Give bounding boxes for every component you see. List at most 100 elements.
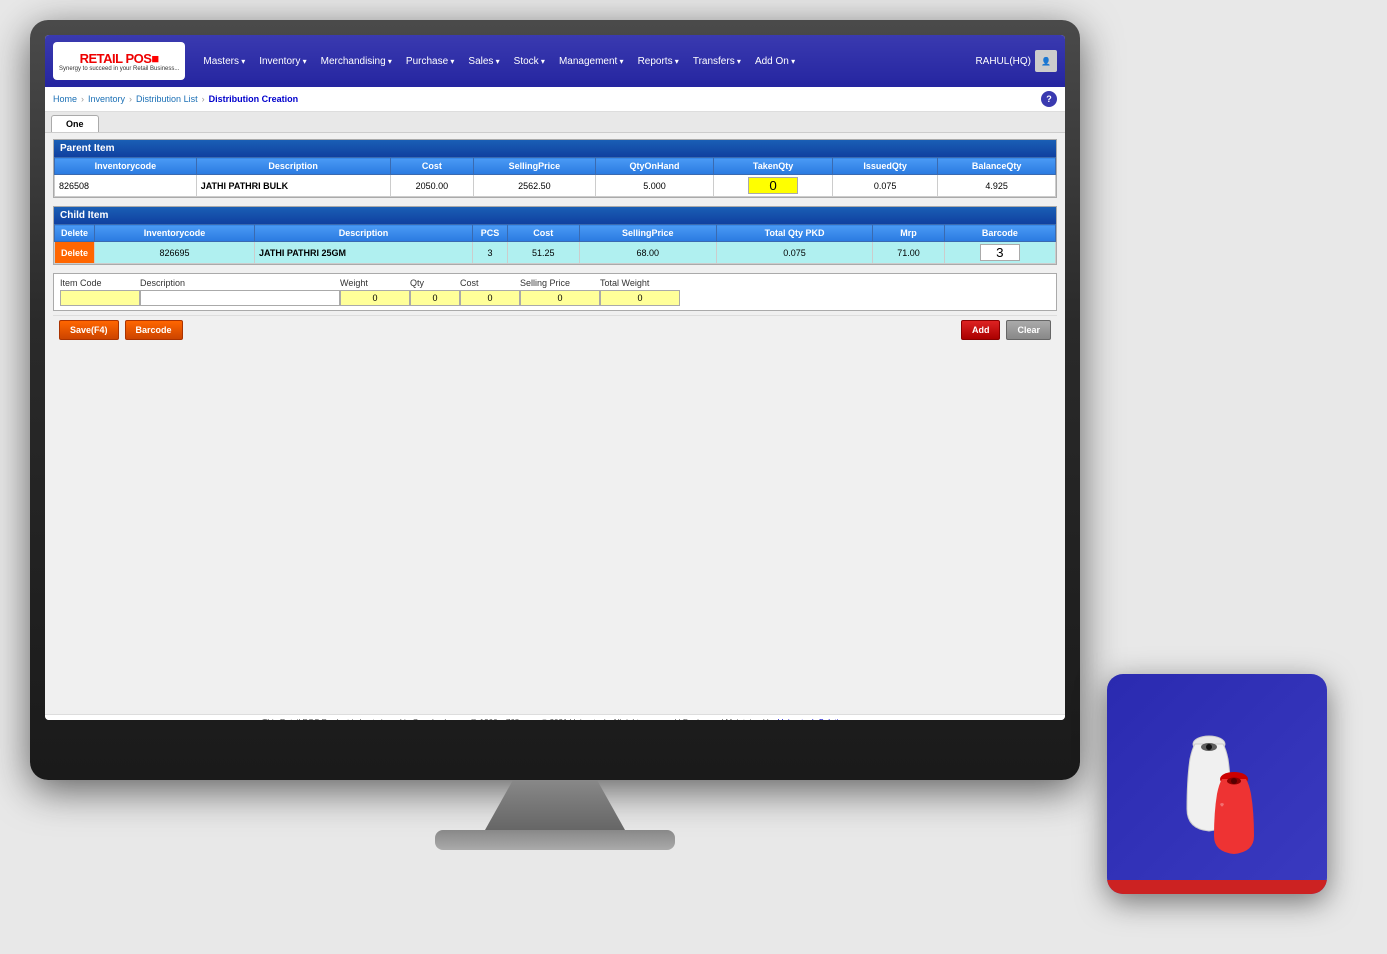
nav-addon[interactable]: Add On	[749, 52, 801, 71]
nav-purchase[interactable]: Purchase	[400, 52, 461, 71]
child-col-cost: Cost	[507, 225, 579, 242]
monitor-base	[435, 830, 675, 850]
monitor-screen: RETAIL POS■ Synergy to succeed in your R…	[45, 35, 1065, 720]
main-content: Parent Item Inventorycode Description Co…	[45, 133, 1065, 714]
parent-selling-price: 2562.50	[474, 175, 596, 197]
child-mrp: 71.00	[873, 242, 945, 264]
nav-transfers[interactable]: Transfers	[687, 52, 747, 71]
child-row: Delete 826695 JATHI PATHRI 25GM 3 51.25 …	[55, 242, 1056, 264]
child-barcode-cell	[944, 242, 1055, 264]
add-button[interactable]: Add	[961, 320, 1001, 340]
child-delete-btn[interactable]: Delete	[55, 242, 95, 264]
parent-qty-on-hand: 5.000	[595, 175, 714, 197]
parent-table: Inventorycode Description Cost SellingPr…	[54, 157, 1056, 197]
parent-description: JATHI PATHRI BULK	[196, 175, 390, 197]
child-col-barcode: Barcode	[944, 225, 1055, 242]
label-qty: Qty	[410, 278, 460, 288]
label-total-weight: Total Weight	[600, 278, 680, 288]
action-bar: Save(F4) Barcode Add Clear	[53, 315, 1057, 344]
logo: RETAIL POS■ Synergy to succeed in your R…	[53, 42, 185, 80]
nav-inventory[interactable]: Inventory	[253, 52, 312, 71]
col-qty-on-hand: QtyOnHand	[595, 158, 714, 175]
monitor-shell: RETAIL POS■ Synergy to succeed in your R…	[30, 20, 1080, 780]
label-description: Description	[140, 278, 340, 288]
child-invcode: 826695	[95, 242, 255, 264]
nav-reports[interactable]: Reports	[632, 52, 685, 71]
parent-taken-qty-cell	[714, 175, 833, 197]
input-cost[interactable]	[460, 290, 520, 306]
nav-masters[interactable]: Masters	[197, 52, 251, 71]
nav-stock[interactable]: Stock	[508, 52, 551, 71]
child-col-sp: SellingPrice	[579, 225, 716, 242]
nav-merchandising[interactable]: Merchandising	[315, 52, 398, 71]
child-total-qty: 0.075	[716, 242, 872, 264]
help-button[interactable]: ?	[1041, 91, 1057, 107]
child-col-delete: Delete	[55, 225, 95, 242]
red-bag	[1214, 772, 1254, 854]
app-ui: RETAIL POS■ Synergy to succeed in your R…	[45, 35, 1065, 720]
child-col-pcs: PCS	[472, 225, 507, 242]
barcode-button[interactable]: Barcode	[125, 320, 183, 340]
form-row: Item Code Description Weight Qty Cost Se…	[53, 273, 1057, 311]
input-qty[interactable]	[410, 290, 460, 306]
col-balance-qty: BalanceQty	[938, 158, 1056, 175]
child-barcode-input[interactable]	[980, 244, 1020, 261]
promo-card	[1107, 674, 1327, 894]
breadcrumb-home[interactable]: Home	[53, 94, 77, 104]
child-table: Delete Inventorycode Description PCS Cos…	[54, 224, 1056, 264]
nav-management[interactable]: Management	[553, 52, 630, 71]
child-pcs: 3	[472, 242, 507, 264]
label-weight: Weight	[340, 278, 410, 288]
save-button[interactable]: Save(F4)	[59, 320, 119, 340]
tab-one[interactable]: One	[51, 115, 99, 132]
child-col-total-qty: Total Qty PKD	[716, 225, 872, 242]
col-issued-qty: IssuedQty	[832, 158, 938, 175]
input-description[interactable]	[140, 290, 340, 306]
input-item-code[interactable]	[60, 290, 140, 306]
nav-menu: Masters Inventory Merchandising Purchase…	[197, 52, 975, 71]
breadcrumb-inventory[interactable]: Inventory	[88, 94, 125, 104]
logo-text: RETAIL POS■	[80, 51, 159, 66]
label-cost: Cost	[460, 278, 520, 288]
form-labels: Item Code Description Weight Qty Cost Se…	[60, 278, 1050, 288]
bags-illustration	[1137, 699, 1297, 869]
footer-text2: © 2021 Uniprotech. All rights reserved |…	[541, 718, 775, 720]
parent-inventorycode: 826508	[55, 175, 197, 197]
child-item-header: Child Item	[54, 207, 1056, 224]
username-label: RAHUL(HQ)	[975, 56, 1031, 67]
clear-button[interactable]: Clear	[1006, 320, 1051, 340]
tabs-row: One	[45, 112, 1065, 133]
app-footer: This Retail POS Product is best viewed i…	[45, 714, 1065, 720]
label-item-code: Item Code	[60, 278, 140, 288]
col-selling-price: SellingPrice	[474, 158, 596, 175]
col-inventorycode: Inventorycode	[55, 158, 197, 175]
child-sp: 68.00	[579, 242, 716, 264]
parent-taken-qty-input[interactable]	[748, 177, 798, 194]
parent-table-wrap: Inventorycode Description Cost SellingPr…	[54, 157, 1056, 197]
child-col-invcode: Inventorycode	[95, 225, 255, 242]
col-description: Description	[196, 158, 390, 175]
col-cost: Cost	[390, 158, 473, 175]
child-cost: 51.25	[507, 242, 579, 264]
nav-sales[interactable]: Sales	[462, 52, 505, 71]
breadcrumb: Home › Inventory › Distribution List › D…	[45, 87, 1065, 112]
breadcrumb-distribution-list[interactable]: Distribution List	[136, 94, 198, 104]
input-total-weight[interactable]	[600, 290, 680, 306]
user-area: RAHUL(HQ) 👤	[975, 50, 1057, 72]
breadcrumb-current: Distribution Creation	[209, 94, 299, 104]
child-col-mrp: Mrp	[873, 225, 945, 242]
footer-link[interactable]: Uniprotech Solution	[778, 718, 848, 720]
child-col-desc: Description	[255, 225, 473, 242]
footer-text1: This Retail POS Product is best viewed i…	[263, 718, 520, 720]
input-selling-price[interactable]	[520, 290, 600, 306]
parent-row: 826508 JATHI PATHRI BULK 2050.00 2562.50…	[55, 175, 1056, 197]
parent-item-section: Parent Item Inventorycode Description Co…	[53, 139, 1057, 198]
logo-sub: Synergy to succeed in your Retail Busine…	[59, 66, 179, 72]
input-weight[interactable]	[340, 290, 410, 306]
parent-balance-qty: 4.925	[938, 175, 1056, 197]
label-selling-price: Selling Price	[520, 278, 600, 288]
form-inputs	[60, 290, 1050, 306]
child-item-section: Child Item Delete Inventorycode Descript…	[53, 206, 1057, 265]
monitor-stand	[485, 780, 625, 830]
navbar: RETAIL POS■ Synergy to succeed in your R…	[45, 35, 1065, 87]
